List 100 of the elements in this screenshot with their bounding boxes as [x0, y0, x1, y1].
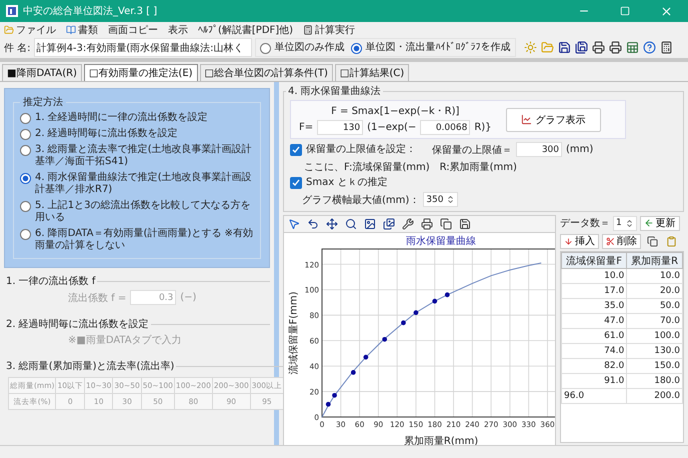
- data-point: [350, 370, 356, 375]
- printer-button[interactable]: [608, 40, 624, 56]
- calculator-icon: [660, 41, 674, 54]
- table-cell[interactable]: 70.0: [626, 314, 682, 328]
- table-cell[interactable]: 82.0: [562, 358, 627, 374]
- printer-icon: [592, 41, 606, 54]
- window-title: 中安の総合単位図法_Ver.3 [ ]: [23, 4, 158, 18]
- data-point: [401, 320, 406, 326]
- spreadsheet-icon: [626, 41, 640, 54]
- section-title: 4. 雨水保留量曲線法: [287, 84, 382, 98]
- tab[interactable]: □有効雨量の推定法(E): [84, 64, 198, 81]
- option-label: 3. 総雨量と流去率で推定(土地改良事業計画設計基準／海面干拓S41): [35, 144, 253, 168]
- table-cell[interactable]: 10.0: [562, 268, 627, 284]
- image-button[interactable]: [362, 216, 378, 232]
- checkbox[interactable]: [290, 177, 302, 189]
- option-label: 2. 経過時間毎に流出係数を設定: [35, 128, 178, 140]
- table-cell[interactable]: 96.0: [562, 388, 627, 404]
- copy-button[interactable]: [438, 216, 454, 232]
- unit-label: (−): [180, 292, 196, 303]
- images-button[interactable]: [381, 216, 397, 232]
- tab[interactable]: □計算結果(C): [334, 64, 410, 81]
- data-point: [382, 336, 388, 342]
- wrench-button[interactable]: [400, 216, 416, 232]
- search-button[interactable]: [343, 216, 359, 232]
- section-title: 2. 経過時間毎に流出係数を設定: [5, 318, 150, 331]
- menu-item[interactable]: 計算実行: [303, 22, 356, 36]
- move-button[interactable]: [324, 216, 340, 232]
- radio-button[interactable]: [20, 201, 31, 212]
- unit-label: (mm): [566, 144, 594, 155]
- table-cell[interactable]: 200.0: [626, 388, 682, 404]
- count-field[interactable]: 1: [613, 216, 637, 230]
- column-header: 流域保留量F: [562, 252, 627, 268]
- table-cell[interactable]: 61.0: [562, 328, 627, 344]
- tab[interactable]: □総合単位図の計算条件(T): [200, 64, 333, 81]
- menu-item[interactable]: ﾍﾙﾌﾟ(解説書[PDF]他): [198, 22, 294, 36]
- radio-button[interactable]: [260, 42, 271, 54]
- limit-field[interactable]: 300: [516, 142, 562, 157]
- menu-item[interactable]: 画面コピー: [108, 22, 158, 36]
- copy-icon: [646, 236, 658, 246]
- table-cell[interactable]: 47.0: [562, 314, 627, 328]
- delete-button[interactable]: 削除: [602, 234, 641, 248]
- option-label: 単位図・流出量ﾊｲﾄﾞﾛｸﾞﾗﾌを作成: [366, 42, 511, 54]
- radio-button[interactable]: [20, 145, 31, 156]
- chart-icon: [520, 114, 532, 125]
- help-button[interactable]: [642, 40, 658, 56]
- spinner-field[interactable]: 350: [423, 192, 458, 207]
- k-field[interactable]: 0.0068: [420, 120, 470, 135]
- table-cell[interactable]: 74.0: [562, 344, 627, 358]
- data-point: [363, 354, 368, 360]
- table-cell[interactable]: 91.0: [562, 374, 627, 388]
- printer-button[interactable]: [419, 216, 435, 232]
- printer-icon: [421, 218, 433, 230]
- graph-button[interactable]: グラフ表示: [506, 108, 601, 132]
- checkbox[interactable]: [290, 144, 302, 156]
- book-icon: [66, 24, 76, 34]
- radio-button[interactable]: [20, 113, 31, 124]
- table-cell[interactable]: 35.0: [562, 298, 627, 314]
- save-button[interactable]: [556, 40, 573, 56]
- table-cell[interactable]: 17.0: [562, 284, 627, 298]
- data-point: [326, 402, 331, 407]
- calculator-icon: [303, 24, 314, 34]
- image-icon: [364, 218, 376, 230]
- radio-button[interactable]: [20, 129, 31, 140]
- printer-button[interactable]: [590, 40, 607, 56]
- legend-text: ここに、F:流域保留量(mm) R:累加雨量(mm): [304, 160, 517, 174]
- menu-item[interactable]: ファイル: [4, 22, 56, 36]
- option-label: 5. 上記1と3の総流出係数を比較して大なる方を用いる: [35, 200, 252, 224]
- insert-button[interactable]: 挿入: [560, 234, 599, 248]
- table-cell[interactable]: 180.0: [626, 374, 682, 388]
- update-button[interactable]: 更新: [640, 216, 680, 230]
- table-cell[interactable]: 130.0: [626, 344, 682, 358]
- table-cell[interactable]: 50.0: [626, 298, 682, 314]
- save-icon: [459, 218, 471, 230]
- table-cell[interactable]: 10.0: [626, 268, 682, 284]
- maximize-icon: [620, 6, 630, 16]
- smax-field[interactable]: 130: [317, 120, 364, 135]
- save-all-button[interactable]: [574, 40, 590, 56]
- arrow-left-icon: [644, 218, 654, 228]
- images-icon: [383, 218, 395, 230]
- formula-label: F=: [299, 122, 314, 133]
- table-cell[interactable]: 20.0: [626, 284, 682, 298]
- formula-label: (1−exp(−: [367, 122, 416, 133]
- menu-item[interactable]: 表示: [168, 22, 188, 36]
- save-button[interactable]: [457, 216, 473, 232]
- radio-button[interactable]: [350, 42, 362, 54]
- table-cell[interactable]: 150.0: [626, 358, 682, 374]
- field-label: グラフ横軸最大値(mm)：: [302, 194, 420, 206]
- menu-item[interactable]: 書類: [66, 22, 98, 36]
- table-cell[interactable]: 100.0: [626, 328, 682, 344]
- option-label: 4. 雨水保留量曲線法で推定(土地改良事業計画設計基準／排水R7): [35, 172, 253, 196]
- tab[interactable]: ■降雨DATA(R): [2, 64, 82, 81]
- subject-field[interactable]: 計算例4-3:有効雨量(雨水保留量曲線法:山林く: [34, 38, 252, 57]
- spreadsheet-button[interactable]: [624, 40, 641, 56]
- radio-button[interactable]: [20, 229, 31, 240]
- field-label: 保留量の上限値＝: [432, 144, 512, 156]
- move-icon: [326, 218, 338, 230]
- save-all-icon: [575, 41, 588, 54]
- undo-icon: [307, 218, 319, 230]
- app-icon: [6, 5, 18, 17]
- radio-button[interactable]: [20, 173, 31, 184]
